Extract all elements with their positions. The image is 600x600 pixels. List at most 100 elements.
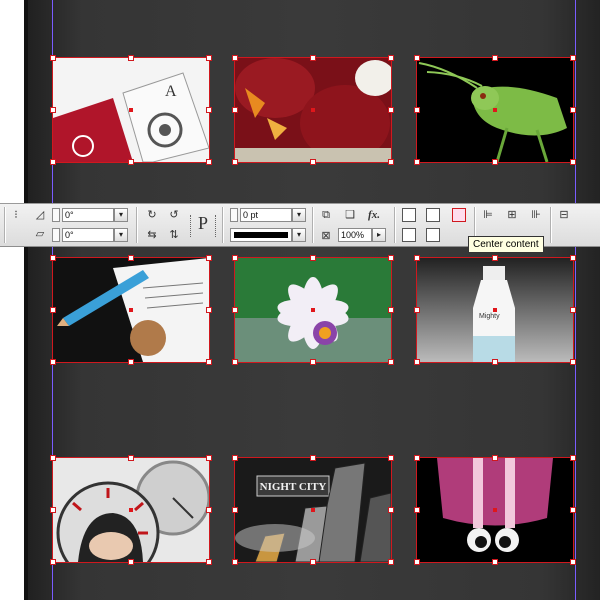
resize-handle[interactable] — [492, 359, 498, 365]
resize-handle[interactable] — [206, 107, 212, 113]
align-left-edges-icon[interactable]: ⊫ — [480, 207, 496, 223]
resize-handle[interactable] — [232, 255, 238, 261]
resize-handle[interactable] — [206, 255, 212, 261]
rotate-counterclockwise-icon[interactable]: ↺ — [166, 207, 182, 223]
opacity-field[interactable]: 100% — [338, 228, 372, 242]
resize-handle[interactable] — [570, 159, 576, 165]
resize-handle[interactable] — [232, 455, 238, 461]
resize-handle[interactable] — [310, 255, 316, 261]
resize-handle[interactable] — [414, 559, 420, 565]
resize-handle[interactable] — [388, 559, 394, 565]
resize-handle[interactable] — [128, 255, 134, 261]
stroke-weight-spinner[interactable] — [230, 208, 238, 222]
resize-handle[interactable] — [388, 507, 394, 513]
resize-handle[interactable] — [570, 359, 576, 365]
resize-handle[interactable] — [50, 359, 56, 365]
rotate-angle-dropdown[interactable]: ▾ — [114, 208, 128, 222]
resize-handle[interactable] — [570, 559, 576, 565]
resize-handle[interactable] — [50, 255, 56, 261]
align-horizontal-centers-icon[interactable]: ⊞ — [504, 207, 520, 223]
resize-handle[interactable] — [570, 307, 576, 313]
stroke-weight-dropdown[interactable]: ▾ — [292, 208, 306, 222]
drop-shadow-icon[interactable]: ❑ — [342, 207, 358, 223]
resize-handle[interactable] — [570, 55, 576, 61]
resize-handle[interactable] — [388, 307, 394, 313]
resize-handle[interactable] — [414, 255, 420, 261]
fit-content-to-frame-icon[interactable] — [402, 208, 416, 222]
resize-handle[interactable] — [310, 559, 316, 565]
resize-handle[interactable] — [492, 255, 498, 261]
resize-handle[interactable] — [232, 507, 238, 513]
resize-handle[interactable] — [492, 159, 498, 165]
resize-handle[interactable] — [128, 55, 134, 61]
resize-handle[interactable] — [50, 559, 56, 565]
resize-handle[interactable] — [50, 55, 56, 61]
resize-handle[interactable] — [570, 255, 576, 261]
center-content-icon[interactable] — [452, 208, 466, 222]
resize-handle[interactable] — [414, 455, 420, 461]
resize-handle[interactable] — [388, 255, 394, 261]
effects-fx-icon[interactable]: fx. — [366, 207, 382, 223]
resize-handle[interactable] — [310, 359, 316, 365]
resize-handle[interactable] — [50, 455, 56, 461]
resize-handle[interactable] — [206, 55, 212, 61]
text-frame-icon[interactable]: P — [190, 214, 216, 237]
resize-handle[interactable] — [414, 507, 420, 513]
stroke-type-dropdown[interactable]: ▾ — [292, 228, 306, 242]
resize-handle[interactable] — [570, 107, 576, 113]
align-right-edges-icon[interactable]: ⊪ — [528, 207, 544, 223]
flip-horizontal-icon[interactable]: ⇆ — [144, 227, 160, 243]
shear-angle-spinner[interactable] — [52, 228, 60, 242]
resize-handle[interactable] — [232, 107, 238, 113]
resize-handle[interactable] — [50, 107, 56, 113]
resize-handle[interactable] — [232, 559, 238, 565]
resize-handle[interactable] — [570, 455, 576, 461]
resize-handle[interactable] — [206, 159, 212, 165]
resize-handle[interactable] — [492, 55, 498, 61]
resize-handle[interactable] — [206, 359, 212, 365]
fill-frame-proportionally-icon[interactable] — [426, 228, 440, 242]
resize-handle[interactable] — [206, 559, 212, 565]
resize-handle[interactable] — [414, 107, 420, 113]
resize-handle[interactable] — [388, 55, 394, 61]
reference-point-icon[interactable]: ⁝ — [8, 207, 24, 223]
resize-handle[interactable] — [232, 159, 238, 165]
resize-handle[interactable] — [310, 159, 316, 165]
resize-handle[interactable] — [310, 455, 316, 461]
resize-handle[interactable] — [492, 559, 498, 565]
effects-square-icon[interactable]: ⧉ — [318, 207, 334, 223]
rotate-angle-field[interactable]: 0° — [62, 208, 114, 222]
resize-handle[interactable] — [492, 455, 498, 461]
opacity-dropdown[interactable]: ▸ — [372, 228, 386, 242]
resize-handle[interactable] — [232, 359, 238, 365]
fit-content-proportionally-icon[interactable] — [402, 228, 416, 242]
resize-handle[interactable] — [388, 159, 394, 165]
resize-handle[interactable] — [232, 307, 238, 313]
fit-frame-to-content-icon[interactable] — [426, 208, 440, 222]
resize-handle[interactable] — [388, 455, 394, 461]
stroke-type-field[interactable] — [230, 228, 292, 242]
rotate-angle-spinner[interactable] — [52, 208, 60, 222]
shear-angle-dropdown[interactable]: ▾ — [114, 228, 128, 242]
resize-handle[interactable] — [388, 359, 394, 365]
resize-handle[interactable] — [128, 455, 134, 461]
resize-handle[interactable] — [310, 55, 316, 61]
flip-vertical-icon[interactable]: ⇅ — [166, 227, 182, 243]
resize-handle[interactable] — [414, 307, 420, 313]
resize-handle[interactable] — [128, 159, 134, 165]
distribute-icon[interactable]: ⊟ — [556, 207, 572, 223]
resize-handle[interactable] — [414, 359, 420, 365]
resize-handle[interactable] — [206, 307, 212, 313]
shear-angle-field[interactable]: 0° — [62, 228, 114, 242]
resize-handle[interactable] — [50, 307, 56, 313]
resize-handle[interactable] — [206, 507, 212, 513]
resize-handle[interactable] — [232, 55, 238, 61]
resize-handle[interactable] — [414, 159, 420, 165]
resize-handle[interactable] — [128, 559, 134, 565]
resize-handle[interactable] — [206, 455, 212, 461]
resize-handle[interactable] — [414, 55, 420, 61]
resize-handle[interactable] — [570, 507, 576, 513]
rotate-clockwise-icon[interactable]: ↻ — [144, 207, 160, 223]
resize-handle[interactable] — [50, 507, 56, 513]
stroke-weight-field[interactable]: 0 pt — [240, 208, 292, 222]
